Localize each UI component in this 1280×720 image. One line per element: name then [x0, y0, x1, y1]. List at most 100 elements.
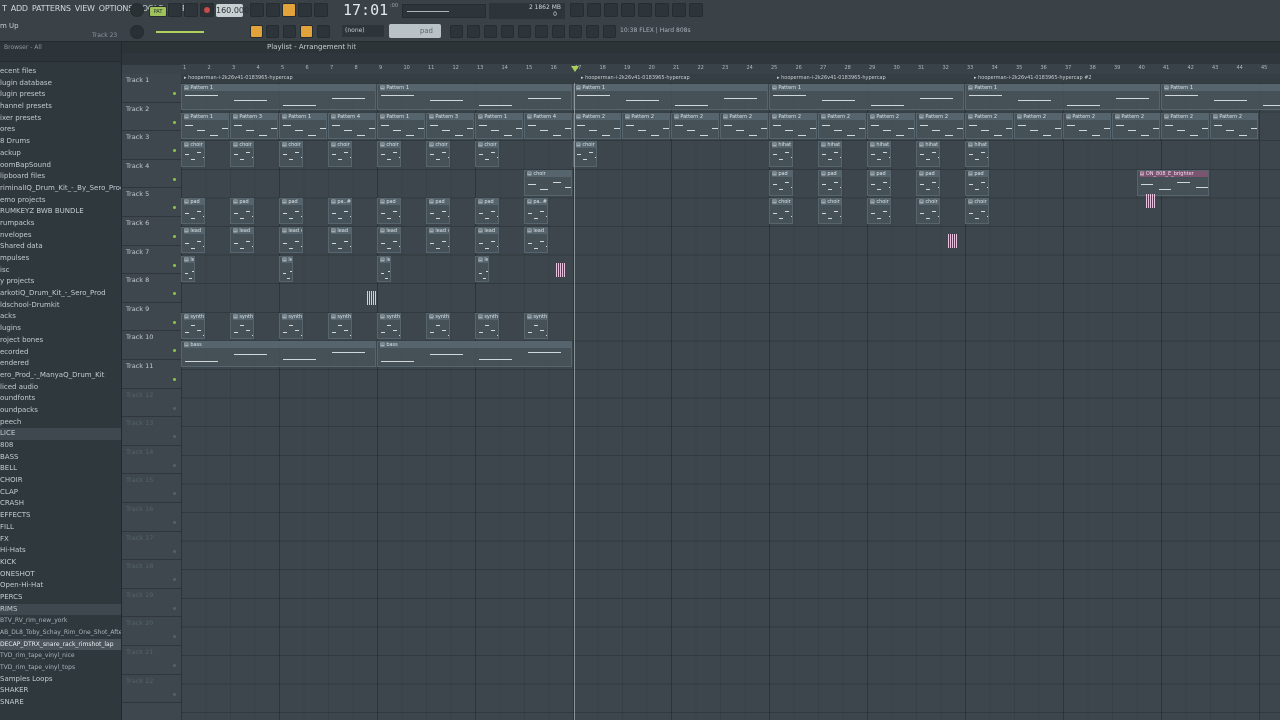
browser-folder[interactable]: FX — [0, 534, 121, 546]
browser-folder[interactable]: ero_Prod_-_ManyaQ_Drum_Kit — [0, 370, 121, 382]
track-header[interactable]: Track 22 — [122, 675, 181, 704]
playlist-clip[interactable]: ▤ lead — [475, 227, 499, 253]
track-active-led-icon[interactable] — [173, 263, 176, 267]
browser-folder[interactable]: ackup — [0, 148, 121, 160]
browser-folder[interactable]: ecent files — [0, 66, 121, 78]
browser-folder[interactable]: emo projects — [0, 195, 121, 207]
browser-folder[interactable]: LICE — [0, 428, 121, 440]
timeline-markers[interactable]: ▸ hooperman-i-2k26v41-0183965-hypercap ▸ … — [181, 74, 1280, 83]
track-header[interactable]: Track 21 — [122, 646, 181, 675]
browser-folder[interactable]: roject bones — [0, 335, 121, 347]
playlist-clip[interactable]: ▤ pad — [916, 169, 940, 196]
track-active-led-icon[interactable] — [173, 635, 176, 639]
playlist-clip[interactable]: ▤ Pattern 1 — [769, 84, 964, 110]
song-position-clock[interactable]: 17:01 — [343, 1, 388, 19]
playhead-marker-icon[interactable] — [571, 66, 579, 72]
playlist-clip[interactable]: ▤ lead — [524, 227, 548, 253]
track-active-led-icon[interactable] — [173, 92, 176, 95]
playlist-clip[interactable]: ▤ hihat — [867, 141, 891, 168]
menu-item[interactable]: ADD — [9, 4, 30, 16]
track-header[interactable]: Track 12 — [122, 389, 181, 418]
playlist-clip[interactable]: ▤ choir — [426, 141, 450, 168]
playlist-clip[interactable]: ▤ Pattern 1 — [279, 112, 327, 139]
stamp-icon[interactable] — [317, 25, 330, 38]
playlist-clip[interactable]: ▤ pad — [867, 169, 891, 196]
browser-folder[interactable]: FILL — [0, 522, 121, 534]
mixer-view-icon[interactable] — [501, 25, 514, 38]
track-active-led-icon[interactable] — [173, 692, 176, 696]
playlist-clip[interactable]: ▤ choir — [279, 141, 303, 168]
track-active-led-icon[interactable] — [173, 406, 176, 410]
playlist-clip[interactable]: ▤ Pattern 1 — [475, 112, 523, 139]
playlist-clip[interactable]: ▤ Pattern 1 — [377, 112, 425, 139]
playlist-clip[interactable]: ▤ lead — [181, 227, 205, 253]
plug-icon[interactable] — [552, 25, 565, 38]
playlist-clip[interactable]: ▤ Pattern 2 — [916, 112, 964, 139]
track-header[interactable]: Track 3 — [122, 131, 181, 160]
playlist-clip[interactable]: ▤ Pattern 2 — [1063, 112, 1111, 139]
browser-folder[interactable]: lugin presets — [0, 89, 121, 101]
track-active-led-icon[interactable] — [173, 349, 176, 353]
playlist-clip[interactable]: ▤ choir — [328, 141, 352, 168]
undo-icon[interactable] — [570, 3, 584, 17]
mixer-icon[interactable] — [655, 3, 669, 17]
browser-folder[interactable]: RUMKEYZ BWB BUNDLE — [0, 206, 121, 218]
playlist-clip[interactable]: ▤ Pattern 2 — [1014, 112, 1062, 139]
browser-folder[interactable]: CRASH — [0, 498, 121, 510]
playlist-clip[interactable]: ▤ pad — [230, 198, 254, 225]
playlist-clip[interactable]: ▤ Pattern 2 — [1161, 112, 1209, 139]
track-header[interactable]: Track 8 — [122, 274, 181, 303]
playlist-clip[interactable]: ▤ lead — [181, 255, 195, 282]
browser-folder[interactable]: liced audio — [0, 382, 121, 394]
menu-item[interactable]: VIEW — [73, 4, 97, 16]
playlist-pattern-name[interactable]: hit — [347, 43, 356, 51]
playlist-view-icon[interactable] — [250, 25, 263, 38]
track-header[interactable]: Track 14 — [122, 446, 181, 475]
playlist-clip[interactable]: ▤ Pattern 1 — [181, 84, 376, 110]
plus-icon[interactable] — [450, 25, 463, 38]
play-icon[interactable] — [168, 3, 182, 17]
playlist-clip[interactable]: ▤ Pattern 2 — [1210, 112, 1258, 139]
playlist-clip[interactable]: ▤ Pattern 1 — [377, 84, 572, 110]
playlist-clip[interactable]: ▤ lead — [475, 255, 489, 282]
browser-folder[interactable]: ixer presets — [0, 113, 121, 125]
time-marker[interactable]: ▸ hooperman-i-2k26v41-0183965-hypercap #… — [974, 75, 1092, 81]
playlist-icon[interactable] — [518, 25, 531, 38]
help-icon[interactable] — [621, 3, 635, 17]
track-header[interactable]: Track 1 — [122, 74, 181, 103]
browser-folder[interactable]: Samples Loops — [0, 674, 121, 686]
track-active-led-icon[interactable] — [173, 206, 176, 210]
track-header[interactable]: Track 19 — [122, 589, 181, 618]
track-header[interactable]: Track 18 — [122, 560, 181, 589]
link-icon[interactable] — [300, 25, 313, 38]
track-header[interactable]: Track 16 — [122, 503, 181, 532]
browser-folder[interactable]: EFFECTS — [0, 510, 121, 522]
track-active-led-icon[interactable] — [173, 606, 176, 610]
playlist-clip[interactable]: ▤ lead — [328, 227, 352, 253]
export-icon[interactable] — [689, 3, 703, 17]
track-header[interactable]: Track 11 — [122, 360, 181, 389]
file-icon[interactable] — [535, 25, 548, 38]
browser-folder[interactable]: acks — [0, 311, 121, 323]
playlist-clip[interactable]: ▤ pa..#2 — [524, 198, 548, 225]
track-active-led-icon[interactable] — [173, 235, 176, 238]
track-active-led-icon[interactable] — [173, 320, 176, 324]
playlist-clip[interactable]: ▤ pad — [426, 198, 450, 225]
track-active-led-icon[interactable] — [173, 292, 176, 296]
browser-folder[interactable]: hannel presets — [0, 101, 121, 113]
browser-folder[interactable]: RIMS — [0, 603, 121, 616]
touch-icon[interactable] — [586, 25, 599, 38]
browser-folder[interactable]: arkotiQ_Drum_Kit_-_Sero_Prod — [0, 288, 121, 300]
track-header[interactable]: Track 15 — [122, 474, 181, 503]
blend-icon[interactable] — [298, 3, 312, 17]
playlist-clip[interactable]: ▤ Pattern 2 — [769, 112, 817, 139]
playlist-clip[interactable]: ▤ Pattern 2 — [671, 112, 719, 139]
playlist-clip[interactable]: ▤ choir — [230, 141, 254, 168]
playlist-clip[interactable]: ▤ Pattern 2 — [1112, 112, 1160, 139]
master-volume-slider[interactable] — [156, 31, 204, 33]
playlist-clip[interactable]: ▤ synth #2 — [426, 312, 450, 339]
track-header[interactable]: Track 6 — [122, 217, 181, 246]
playlist-clip[interactable]: ▤ choir — [475, 141, 499, 168]
playlist-clip[interactable]: ▤ Pattern 2 — [867, 112, 915, 139]
track-active-led-icon[interactable] — [173, 120, 176, 124]
